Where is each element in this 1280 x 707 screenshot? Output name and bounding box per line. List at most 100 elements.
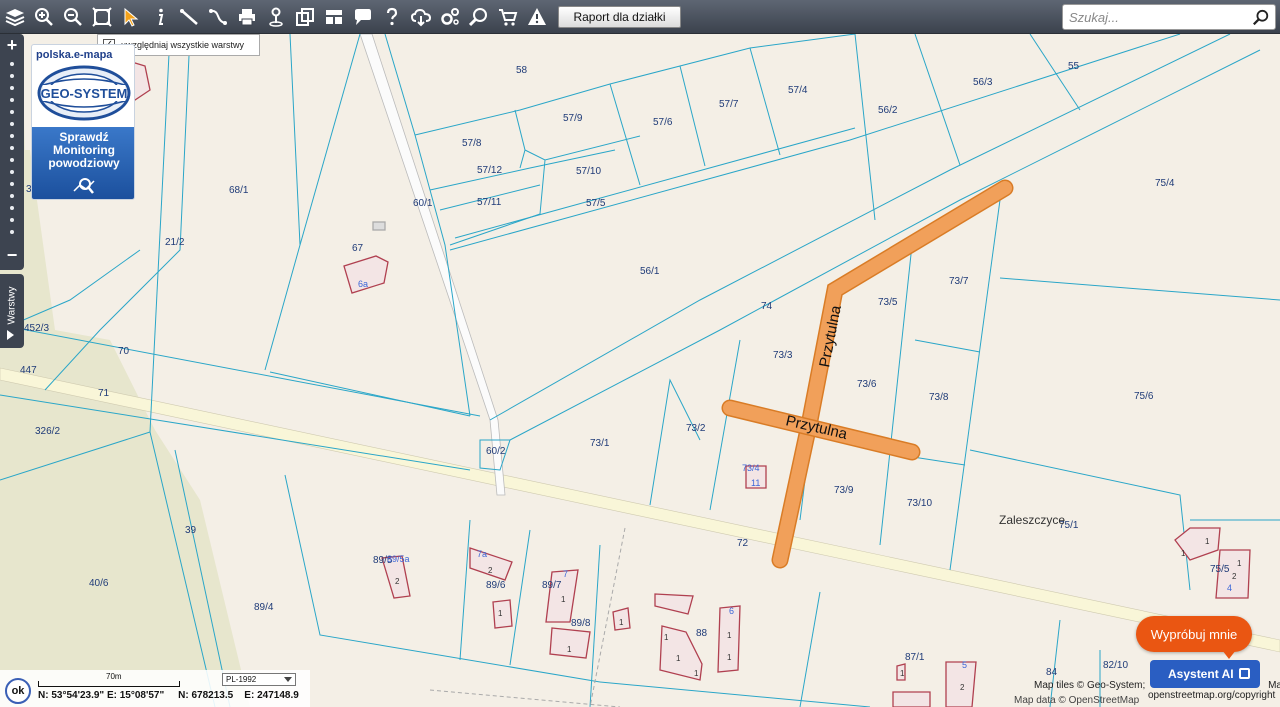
zoom-level-dot[interactable] bbox=[10, 122, 14, 126]
svg-text:89/5a: 89/5a bbox=[387, 554, 410, 564]
report-for-parcel-button[interactable]: Raport dla działki bbox=[558, 6, 681, 28]
zoom-level-dot[interactable] bbox=[10, 146, 14, 150]
svg-text:68/1: 68/1 bbox=[229, 185, 249, 196]
svg-text:75/5: 75/5 bbox=[1210, 564, 1230, 575]
svg-text:73/5: 73/5 bbox=[878, 297, 898, 308]
svg-text:2: 2 bbox=[488, 566, 493, 575]
svg-text:57/12: 57/12 bbox=[477, 165, 502, 176]
layers-tab[interactable]: Warstwy bbox=[0, 274, 24, 348]
svg-text:89/4: 89/4 bbox=[254, 602, 274, 613]
zoom-level-dot[interactable] bbox=[10, 206, 14, 210]
warning-icon[interactable] bbox=[522, 2, 551, 32]
svg-text:2: 2 bbox=[960, 683, 965, 692]
svg-text:57/11: 57/11 bbox=[477, 197, 502, 208]
zoom-level-dot[interactable] bbox=[10, 98, 14, 102]
svg-text:57/6: 57/6 bbox=[653, 117, 673, 128]
crs-select[interactable]: PL-1992 bbox=[222, 673, 296, 686]
cloud-download-icon[interactable] bbox=[406, 2, 435, 32]
svg-text:57/9: 57/9 bbox=[563, 113, 583, 124]
svg-text:39: 39 bbox=[185, 525, 197, 536]
print-icon[interactable] bbox=[232, 2, 261, 32]
zoom-level-dot[interactable] bbox=[10, 62, 14, 66]
copy-icon[interactable] bbox=[290, 2, 319, 32]
svg-text:4: 4 bbox=[1227, 583, 1232, 593]
svg-text:73/6: 73/6 bbox=[857, 379, 877, 390]
zoom-level-dot[interactable] bbox=[10, 158, 14, 162]
magnifier-icon bbox=[73, 178, 95, 194]
cart-icon[interactable] bbox=[493, 2, 522, 32]
search-input[interactable] bbox=[1069, 8, 1249, 26]
zoom-level-dot[interactable] bbox=[10, 218, 14, 222]
measure-distance-icon[interactable] bbox=[174, 2, 203, 32]
zoom-level-dot[interactable] bbox=[10, 170, 14, 174]
search-parcel-icon[interactable] bbox=[464, 2, 493, 32]
layers-icon[interactable] bbox=[0, 2, 29, 32]
svg-text:73/2: 73/2 bbox=[686, 423, 706, 434]
svg-text:73/7: 73/7 bbox=[949, 276, 969, 287]
try-me-bubble[interactable]: Wypróbuj mnie bbox=[1136, 616, 1252, 652]
layout-icon[interactable] bbox=[319, 2, 348, 32]
zoom-level-dot[interactable] bbox=[10, 182, 14, 186]
flood-monitoring-banner[interactable]: polska.e-mapa GEO-SYSTEM Sprawdź Monitor… bbox=[31, 44, 135, 200]
banner-site-name: polska.e-mapa bbox=[36, 49, 113, 61]
svg-text:73/1: 73/1 bbox=[590, 438, 610, 449]
zoom-level-dot[interactable] bbox=[10, 110, 14, 114]
info-icon[interactable] bbox=[145, 2, 174, 32]
banner-call-to-action: Sprawdź Monitoring powodziowy bbox=[32, 127, 134, 199]
scale-label: 70m bbox=[106, 672, 122, 681]
full-extent-icon[interactable] bbox=[87, 2, 116, 32]
bubble-tail bbox=[1222, 650, 1236, 659]
svg-text:89/6: 89/6 bbox=[486, 580, 506, 591]
ai-assistant-button[interactable]: Asystent AI bbox=[1150, 660, 1260, 688]
search-box bbox=[1062, 4, 1276, 30]
zoom-slider[interactable]: + − bbox=[0, 34, 24, 270]
svg-text:1: 1 bbox=[619, 618, 624, 627]
zoom-level-dot[interactable] bbox=[10, 134, 14, 138]
zoom-level-dot[interactable] bbox=[10, 74, 14, 78]
svg-text:75/6: 75/6 bbox=[1134, 391, 1154, 402]
pointer-icon[interactable] bbox=[116, 2, 145, 32]
map-svg[interactable]: Przytulna Przytulna 58 55 56/3 57/4 57/7… bbox=[0, 34, 1280, 707]
search-icon[interactable] bbox=[1252, 9, 1270, 27]
zoom-level-dot[interactable] bbox=[10, 230, 14, 234]
zoom-level-dot[interactable] bbox=[10, 194, 14, 198]
tiles-attribution-text: Map tiles © Geo-System; bbox=[1034, 680, 1146, 691]
svg-text:73/8: 73/8 bbox=[929, 392, 949, 403]
measure-area-icon[interactable] bbox=[203, 2, 232, 32]
zoom-level-dot[interactable] bbox=[10, 86, 14, 90]
map-canvas[interactable]: Przytulna Przytulna 58 55 56/3 57/4 57/7… bbox=[0, 34, 1280, 707]
svg-text:5: 5 bbox=[962, 660, 967, 670]
zoom-in-button[interactable]: + bbox=[2, 35, 22, 55]
svg-text:1: 1 bbox=[1237, 559, 1242, 568]
crs-select-value: PL-1992 bbox=[226, 675, 257, 684]
help-icon[interactable] bbox=[377, 2, 406, 32]
location-pin-icon[interactable] bbox=[261, 2, 290, 32]
svg-text:6: 6 bbox=[729, 606, 734, 616]
svg-text:57/5: 57/5 bbox=[586, 198, 606, 209]
svg-text:2: 2 bbox=[395, 577, 400, 586]
zoom-in-icon[interactable] bbox=[29, 2, 58, 32]
zoom-out-icon[interactable] bbox=[58, 2, 87, 32]
svg-text:84: 84 bbox=[1046, 667, 1058, 678]
svg-text:55: 55 bbox=[1068, 61, 1080, 72]
svg-text:73/10: 73/10 bbox=[907, 498, 932, 509]
zoom-out-button[interactable]: − bbox=[2, 245, 22, 265]
svg-text:1: 1 bbox=[1205, 537, 1210, 546]
svg-text:73/9: 73/9 bbox=[834, 485, 854, 496]
svg-text:82/10: 82/10 bbox=[1103, 660, 1128, 671]
svg-text:56/2: 56/2 bbox=[878, 105, 898, 116]
settings-icon[interactable] bbox=[435, 2, 464, 32]
svg-text:1: 1 bbox=[694, 669, 699, 678]
northing: N: 678213.5 bbox=[178, 690, 234, 701]
svg-text:7a: 7a bbox=[477, 549, 487, 559]
easting: E: 247148.9 bbox=[244, 690, 299, 701]
app-window: Raport dla działki Szukaj... Przytulna P… bbox=[0, 0, 1280, 707]
ok-button[interactable]: ok bbox=[5, 678, 31, 704]
svg-text:1: 1 bbox=[567, 645, 572, 654]
svg-text:7: 7 bbox=[563, 569, 568, 579]
all-layers-checkbox-label: uwzględniaj wszystkie warstwy bbox=[121, 40, 245, 50]
osm-copyright-link[interactable]: openstreetmap.org/copyright bbox=[1148, 690, 1275, 701]
svg-text:60/1: 60/1 bbox=[413, 198, 433, 209]
comment-icon[interactable] bbox=[348, 2, 377, 32]
svg-text:56/3: 56/3 bbox=[973, 77, 993, 88]
